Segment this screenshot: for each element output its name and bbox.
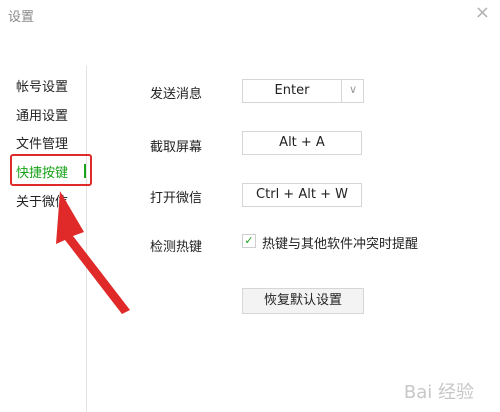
arrow-shape [56,191,130,314]
baidu-watermark: Bai 经验 [403,382,474,403]
annotation-arrow [56,191,130,314]
